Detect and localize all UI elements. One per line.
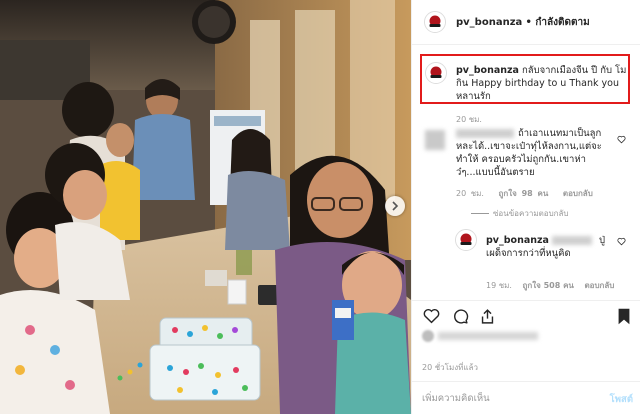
reply-meta: 19 ชม. ถูกใจ 508 คน ตอบกลับ: [486, 279, 622, 292]
blurred-likes-text: [438, 332, 538, 340]
profile-logo-icon: [456, 230, 476, 250]
caption: pv_bonanza กลับจากเมืองจีน ปี กับ โม กิน…: [456, 64, 628, 103]
blurred-username: [456, 129, 514, 138]
header-user-line: pv_bonanza • กำลังติดตาม: [456, 15, 590, 30]
post-comment-button[interactable]: โพสต์: [610, 392, 633, 407]
header-username[interactable]: pv_bonanza: [456, 17, 522, 28]
reply-username[interactable]: pv_bonanza: [486, 235, 549, 246]
share-icon[interactable]: [479, 308, 496, 325]
caption-username[interactable]: pv_bonanza: [456, 65, 519, 76]
heart-icon[interactable]: [423, 308, 440, 324]
comment-icon[interactable]: [452, 308, 469, 325]
hide-replies-label: ซ่อนข้อความตอบกลับ: [493, 209, 569, 218]
reply-button[interactable]: ตอบกลับ: [563, 189, 593, 198]
caption-time: 20 ชม.: [456, 115, 482, 124]
divider: [471, 213, 489, 214]
hide-replies-toggle[interactable]: ซ่อนข้อความตอบกลับ: [471, 207, 569, 220]
comment-meta: 20 ชม. ถูกใจ 98 คน ตอบกลับ: [456, 187, 603, 200]
reply-time: 19 ชม.: [486, 281, 512, 290]
reply-text-block: pv_bonanza ปู่ เผด็จการกว่าที่หนูคิด: [486, 234, 616, 260]
comment-text-block: ถ้าเอาแนทมาเป็นลูกหละได้..เขาจะเป๋าทุ่ไห…: [456, 127, 614, 179]
follow-status[interactable]: • กำลังติดตาม: [525, 17, 589, 28]
avatar[interactable]: [424, 11, 446, 33]
comment-likes[interactable]: ถูกใจ 98 คน: [499, 189, 549, 198]
action-bar: [412, 300, 640, 331]
post-time: 20 ชั่วโมงที่แล้ว: [422, 363, 478, 372]
reply-likes[interactable]: ถูกใจ 508 คน: [523, 281, 574, 290]
post-photo-image: [0, 0, 411, 414]
reply-reply-button[interactable]: ตอบกลับ: [584, 281, 614, 290]
blurred-avatar: [422, 330, 434, 342]
add-comment-input[interactable]: [422, 390, 592, 406]
post-header: pv_bonanza • กำลังติดตาม: [412, 0, 640, 45]
avatar[interactable]: [425, 62, 447, 84]
likes-summary[interactable]: [422, 330, 538, 342]
add-comment-bar: โพสต์: [412, 381, 640, 415]
bookmark-icon[interactable]: [617, 308, 631, 325]
blurred-avatar: [425, 130, 445, 150]
profile-logo-icon: [426, 63, 446, 83]
chevron-right-icon: [392, 201, 399, 211]
next-photo-button[interactable]: [385, 196, 405, 216]
profile-logo-icon: [425, 12, 445, 32]
heart-icon[interactable]: [617, 135, 626, 144]
instagram-post: pv_bonanza • กำลังติดตาม pv_bonanza กลับ…: [0, 0, 640, 414]
post-photo[interactable]: [0, 0, 411, 414]
comment-time: 20 ชม.: [456, 189, 484, 198]
post-sidebar: pv_bonanza • กำลังติดตาม pv_bonanza กลับ…: [411, 0, 640, 414]
blurred-mention: [551, 236, 592, 245]
heart-icon[interactable]: [617, 237, 626, 246]
avatar[interactable]: [455, 229, 477, 251]
